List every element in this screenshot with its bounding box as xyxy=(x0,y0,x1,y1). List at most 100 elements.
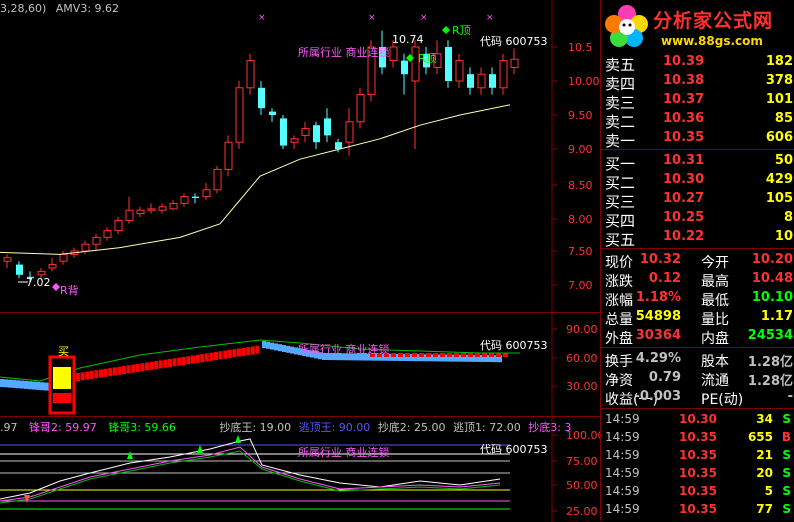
candle-down xyxy=(324,118,331,136)
kline-pane[interactable]: 10.5 10.00 9.50 9.00 8.50 8.00 7.50 7.00 × × × × 3,… xyxy=(0,0,600,312)
band-segment xyxy=(454,353,459,357)
stat-row: 总量 54898 量比 1.17 xyxy=(601,307,794,328)
band-segment xyxy=(195,354,200,363)
buy-marker: 买 xyxy=(58,345,69,358)
band-segment xyxy=(412,353,417,357)
trade-row[interactable]: 14:59 10.35 77 S xyxy=(601,501,794,519)
industry-label: 所属行业 商业连锁 xyxy=(298,46,390,59)
ask-row[interactable]: 卖五 10.39 182 xyxy=(601,52,794,74)
stat-row: 净资 0.79 流通 1.28亿 xyxy=(601,368,794,389)
trade-direction: B xyxy=(781,430,791,444)
band-segment xyxy=(282,345,286,352)
up-arrow-marker xyxy=(197,445,203,453)
tick-label: 90.00 xyxy=(566,323,598,336)
top-x-marker: × xyxy=(486,13,494,23)
code-label-mid: 代码 600753 xyxy=(480,339,548,352)
candle-down xyxy=(280,118,287,146)
quote-volume: 182 xyxy=(765,54,793,69)
band-segment xyxy=(255,345,260,354)
divider xyxy=(601,149,794,150)
band-segment xyxy=(496,353,501,357)
trade-row[interactable]: 14:59 10.35 655 B xyxy=(601,429,794,447)
trade-row[interactable]: 14:59 10.35 5 S xyxy=(601,483,794,501)
bid-row[interactable]: 买五 10.22 10 xyxy=(601,227,794,249)
indicator-pane-2[interactable]: 100.0075.0050.0025.00 .97 锋哥2: 59.97 锋哥3… xyxy=(0,416,600,522)
band-segment xyxy=(286,345,290,353)
band-segment xyxy=(223,350,228,359)
band-segment xyxy=(103,368,108,377)
logo-title: 分析家公式网 xyxy=(653,10,774,32)
indicator-chart-1[interactable]: 90.00 60.00 30.00 xyxy=(0,313,600,417)
quote-volume: 606 xyxy=(765,130,793,145)
candle-up xyxy=(92,236,101,245)
band-segment xyxy=(40,382,44,391)
quote-volume: 429 xyxy=(765,172,793,187)
band-segment xyxy=(140,363,145,372)
quote-price: 10.31 xyxy=(663,153,705,168)
indicator-pane-1[interactable]: 90.00 60.00 30.00 代码 600753 所属行业 商业连锁 买 xyxy=(0,312,600,417)
band-segment xyxy=(122,366,126,374)
candle-up xyxy=(125,209,134,221)
bid-row[interactable]: 买三 10.27 105 xyxy=(601,189,794,211)
trade-row[interactable]: 14:59 10.35 20 S xyxy=(601,465,794,483)
candle-down xyxy=(16,264,23,275)
band-segment xyxy=(191,355,195,364)
bid-row[interactable]: 买四 10.25 8 xyxy=(601,208,794,230)
candle-down xyxy=(269,111,276,115)
stat-row: 收益(一) -0.003 PE(动) - xyxy=(601,387,794,408)
quote-price: 10.30 xyxy=(663,172,705,187)
stat-value: 10.32 xyxy=(639,252,681,267)
ask-row[interactable]: 卖二 10.36 85 xyxy=(601,109,794,131)
trade-direction: S xyxy=(782,466,791,480)
band-segment xyxy=(0,379,4,387)
price-tick-label: 10.5 xyxy=(568,41,593,54)
ask-row[interactable]: 卖三 10.37 101 xyxy=(601,90,794,112)
candle-down xyxy=(467,74,474,88)
candle-up xyxy=(235,87,244,143)
indicator-header: .97 锋哥2: 59.97 锋哥3: 59.66 抄底王: 19.00 逃顶王… xyxy=(0,421,572,434)
band-segment xyxy=(36,381,40,390)
band-segment xyxy=(270,342,274,350)
r-top-label-2: R顶 xyxy=(418,52,437,65)
logo-url: www.88gs.com xyxy=(661,34,763,48)
tick-label: 50.00 xyxy=(566,479,598,492)
ask-row[interactable]: 卖一 10.35 606 xyxy=(601,128,794,150)
trade-volume: 34 xyxy=(756,412,773,426)
quote-price: 10.38 xyxy=(663,73,705,88)
band-segment xyxy=(237,348,241,357)
stat-value: 30364 xyxy=(635,328,681,343)
candle-up xyxy=(158,206,167,211)
trade-time: 14:59 xyxy=(605,484,640,498)
band-segment xyxy=(200,354,205,363)
trade-row[interactable]: 14:59 10.30 34 S xyxy=(601,411,794,429)
band-segment xyxy=(250,346,255,355)
trade-row[interactable]: 14:59 10.35 21 S xyxy=(601,447,794,465)
tick-label: 75.00 xyxy=(566,455,598,468)
tick-label: 25.00 xyxy=(566,505,598,518)
stat-value: -0.003 xyxy=(634,389,681,404)
band-segment xyxy=(135,363,140,372)
trade-price: 10.35 xyxy=(679,448,717,462)
trade-direction: S xyxy=(782,412,791,426)
stat-value: 54898 xyxy=(635,309,681,324)
ma-params: 3,28,60) xyxy=(0,2,47,15)
ask-row[interactable]: 卖四 10.38 378 xyxy=(601,71,794,93)
band-segment xyxy=(468,353,473,357)
band-segment xyxy=(32,381,36,390)
stat-value: - xyxy=(787,389,793,404)
trade-volume: 5 xyxy=(764,484,773,498)
quote-volume: 10 xyxy=(774,229,793,244)
bid-row[interactable]: 买一 10.31 50 xyxy=(601,151,794,173)
trade-time: 14:59 xyxy=(605,448,640,462)
band-segment xyxy=(186,356,191,365)
stat-value: 24534 xyxy=(747,328,793,343)
band-segment xyxy=(209,352,214,361)
buy-tower-base xyxy=(53,393,71,403)
quote-price: 10.36 xyxy=(663,111,705,126)
stat-value: 0.79 xyxy=(648,370,681,385)
candle-up xyxy=(136,209,145,215)
band-segment xyxy=(391,353,396,357)
bid-row[interactable]: 买二 10.30 429 xyxy=(601,170,794,192)
band-segment xyxy=(204,353,209,362)
band-segment xyxy=(241,347,246,356)
